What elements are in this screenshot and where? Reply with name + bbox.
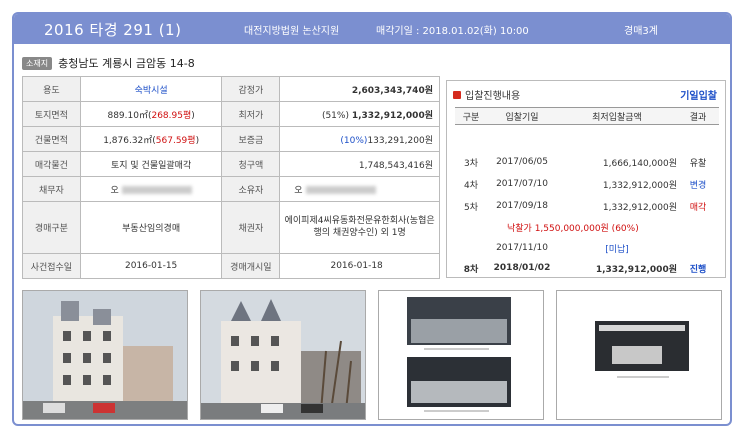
photo-gallery bbox=[22, 290, 722, 420]
received-date-value: 2016-01-15 bbox=[79, 253, 223, 279]
deposit-value: (10%)133,291,200원 bbox=[279, 126, 440, 152]
header-bar: 2016 타경 291 (1) 대전지방법원 논산지원 매각기일 : 2018.… bbox=[14, 14, 730, 44]
owner-value: 오 bbox=[279, 176, 440, 202]
label-auction-kind: 경매구분 bbox=[22, 201, 81, 254]
building-photo-1[interactable] bbox=[22, 290, 188, 420]
auction-kind-value: 부동산임의경매 bbox=[79, 201, 223, 254]
bidding-history-title: 입찰진행내용 bbox=[453, 87, 520, 102]
debtor-value: 오 bbox=[79, 176, 223, 202]
col-date: 입찰기일 bbox=[505, 112, 539, 123]
table-row: 사건접수일 2016-01-15 경매개시일 2016-01-18 bbox=[22, 253, 440, 279]
redacted-mask bbox=[121, 186, 192, 194]
appraisal-value: 2,603,343,740원 bbox=[279, 76, 440, 102]
label-claim: 청구액 bbox=[221, 151, 281, 177]
sale-item-value: 토지 및 건물일괄매각 bbox=[79, 151, 223, 177]
table-row: 매각물건 토지 및 건물일괄매각 청구액 1,748,543,416원 bbox=[22, 151, 440, 177]
location-tag: 소재지 bbox=[22, 56, 53, 70]
table-row: 경매구분 부동산임의경매 채권자 에이피제4씨유동화전문유한회사(농협은행의 채… bbox=[22, 201, 440, 254]
table-row: 용도 숙박시설 감정가 2,603,343,740원 bbox=[22, 76, 440, 102]
label-received-date: 사건접수일 bbox=[22, 253, 81, 279]
label-deposit: 보증금 bbox=[221, 126, 281, 152]
auction-type: 경매3계 bbox=[624, 25, 658, 37]
winning-bid-text: 낙찰가 1,550,000,000원 (60%) bbox=[507, 224, 639, 234]
table-row: 4차 2017/07/10 1,332,912,000원 변경 bbox=[463, 179, 707, 191]
date-bidding-link[interactable]: 기일입찰 bbox=[680, 87, 717, 102]
col-price: 최저입찰금액 bbox=[592, 112, 642, 123]
col-round: 구분 bbox=[462, 112, 480, 123]
table-row: 채무자 오 소유자 오 bbox=[22, 176, 440, 202]
land-area-value: 889.10㎡(268.95평) bbox=[79, 101, 223, 127]
court-name: 대전지방법원 논산지원 bbox=[244, 25, 340, 37]
bidding-history-panel: 입찰진행내용 기일입찰 구분 입찰기일 최저입찰금액 결과 3차 2017/06… bbox=[446, 80, 726, 278]
label-start-date: 경매개시일 bbox=[221, 253, 281, 279]
building-photo-2[interactable] bbox=[200, 290, 366, 420]
address-row: 소재지 충청남도 계룡시 금암동 14-8 bbox=[22, 55, 195, 71]
usage-value[interactable]: 숙박시설 bbox=[79, 76, 223, 102]
col-result: 결과 bbox=[689, 112, 707, 123]
table-row: 8차 2018/01/02 1,332,912,000원 진행 bbox=[463, 263, 707, 275]
unpaid-badge: [미납] bbox=[605, 244, 629, 255]
table-row: 건물면적 1,876.32㎡(567.59평) 보증금 (10%)133,291… bbox=[22, 126, 440, 152]
parking-photo-document[interactable] bbox=[378, 290, 544, 420]
building-area-value: 1,876.32㎡(567.59평) bbox=[79, 126, 223, 152]
case-number: 2016 타경 291 (1) bbox=[44, 20, 182, 39]
label-land-area: 토지면적 bbox=[22, 101, 81, 127]
bullet-icon bbox=[453, 90, 461, 99]
label-building-area: 건물면적 bbox=[22, 126, 81, 152]
creditor-value: 에이피제4씨유동화전문유한회사(농협은행의 채권양수인) 외 1명 bbox=[279, 201, 440, 254]
start-date-value: 2016-01-18 bbox=[279, 253, 440, 279]
label-owner: 소유자 bbox=[221, 176, 281, 202]
bidding-table-header: 구분 입찰기일 최저입찰금액 결과 bbox=[455, 107, 719, 125]
redacted-mask bbox=[305, 186, 376, 194]
address-text: 충청남도 계룡시 금암동 14-8 bbox=[58, 57, 195, 70]
table-row: 토지면적 889.10㎡(268.95평) 최저가 (51%) 1,332,91… bbox=[22, 101, 440, 127]
table-row: 3차 2017/06/05 1,666,140,000원 유찰 bbox=[463, 157, 707, 169]
sale-date: 매각기일 : 2018.01.02(화) 10:00 bbox=[376, 25, 529, 37]
auction-detail-panel: 2016 타경 291 (1) 대전지방법원 논산지원 매각기일 : 2018.… bbox=[12, 12, 732, 426]
label-appraisal: 감정가 bbox=[221, 76, 281, 102]
claim-value: 1,748,543,416원 bbox=[279, 151, 440, 177]
carport-photo-document[interactable] bbox=[556, 290, 722, 420]
label-creditor: 채권자 bbox=[221, 201, 281, 254]
label-min-price: 최저가 bbox=[221, 101, 281, 127]
table-row: 2017/11/10 [미납] bbox=[496, 243, 629, 255]
label-usage: 용도 bbox=[22, 76, 81, 102]
min-price-value: (51%) 1,332,912,000원 bbox=[279, 101, 440, 127]
property-info-table: 용도 숙박시설 감정가 2,603,343,740원 토지면적 889.10㎡(… bbox=[22, 76, 440, 279]
label-sale-item: 매각물건 bbox=[22, 151, 81, 177]
label-debtor: 채무자 bbox=[22, 176, 81, 202]
table-row: 5차 2017/09/18 1,332,912,000원 매각 bbox=[463, 201, 707, 213]
